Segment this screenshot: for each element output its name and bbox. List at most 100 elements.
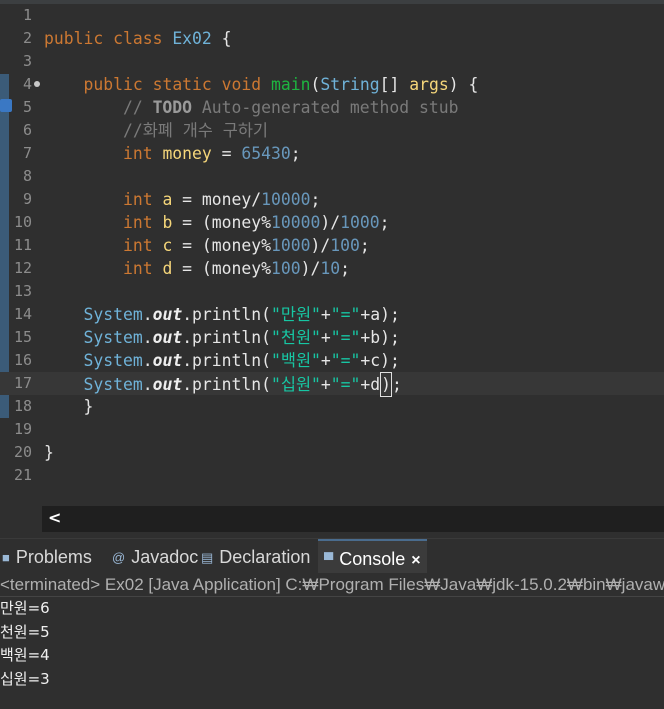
scroll-left-icon[interactable]: < <box>48 508 61 527</box>
code-token: "십원" <box>271 375 321 394</box>
horizontal-scrollbar[interactable]: < <box>42 506 664 532</box>
problems-icon: ■ <box>2 550 10 565</box>
code-token: . <box>142 351 153 370</box>
code-text[interactable]: // TODO Auto-generated method stub <box>44 96 459 119</box>
line-number: 9 <box>22 190 32 208</box>
code-text[interactable]: System.out.println("만원"+"="+a); <box>44 303 399 326</box>
code-line[interactable]: 18 } <box>0 395 664 418</box>
code-token: )/ <box>310 236 331 255</box>
code-line[interactable]: 12 int d = (money%100)/10; <box>0 257 664 280</box>
code-line[interactable]: 20} <box>0 441 664 464</box>
code-token: + <box>320 375 331 394</box>
code-token: ; <box>379 213 390 232</box>
code-token: ; <box>359 236 370 255</box>
console-line: 백원=4 <box>0 646 50 664</box>
code-token: "=" <box>330 305 361 324</box>
tab-label: Javadoc <box>131 547 199 567</box>
tab-console[interactable]: ▀ Console × <box>318 539 427 573</box>
code-token: .println( <box>182 328 271 347</box>
code-line[interactable]: 15 System.out.println("천원"+"="+b); <box>0 326 664 349</box>
code-text[interactable]: } <box>44 441 54 464</box>
code-token: // <box>122 98 153 117</box>
scrollbar-gutter <box>0 506 42 532</box>
code-line[interactable]: 16 System.out.println("백원"+"="+c); <box>0 349 664 372</box>
code-text[interactable]: int d = (money%100)/10; <box>44 257 350 280</box>
tab-declaration[interactable]: ▤ Declaration <box>201 539 310 571</box>
line-number: 20 <box>13 443 32 461</box>
task-marker-icon[interactable] <box>0 99 12 112</box>
code-token: +b); <box>360 328 400 347</box>
code-token: int <box>122 236 153 255</box>
tab-label: Problems <box>15 547 92 567</box>
code-token: 1000 <box>271 236 311 255</box>
tab-javadoc[interactable]: @ Javadoc <box>112 539 198 571</box>
code-line[interactable]: 4 public static void main(String[] args)… <box>0 73 664 96</box>
code-line[interactable]: 11 int c = (money%1000)/100; <box>0 234 664 257</box>
code-line[interactable]: 1 <box>0 4 664 27</box>
code-token: class <box>113 29 163 48</box>
code-token: TODO <box>152 98 193 117</box>
code-token: System <box>83 375 143 394</box>
console-output[interactable]: 만원=6 천원=5 백원=4 십원=3 <box>0 597 664 709</box>
close-icon[interactable]: × <box>411 552 420 569</box>
code-line[interactable]: 21 <box>0 464 664 487</box>
tab-label: Console <box>339 549 406 569</box>
code-token: void <box>221 75 262 94</box>
code-token: ; <box>392 375 402 394</box>
code-token: args <box>409 75 449 94</box>
code-line[interactable]: 5 // TODO Auto-generated method stub <box>0 96 664 119</box>
code-token: = (money% <box>172 259 271 278</box>
code-token: static <box>152 75 212 94</box>
code-text[interactable]: int a = money/10000; <box>44 188 320 211</box>
code-text[interactable]: public static void main(String[] args) { <box>44 73 478 96</box>
code-token: c <box>162 236 173 255</box>
code-line[interactable]: 19 <box>0 418 664 441</box>
fold-icon[interactable] <box>34 81 40 87</box>
code-line[interactable]: 8 <box>0 165 664 188</box>
line-number: 7 <box>22 144 32 162</box>
code-text[interactable]: System.out.println("백원"+"="+c); <box>44 349 399 372</box>
code-token: + <box>320 351 331 370</box>
code-text[interactable]: } <box>44 395 93 418</box>
code-line[interactable]: 17 System.out.println("십원"+"="+d); <box>0 372 664 397</box>
code-line[interactable]: 6 //화폐 개수 구하기 <box>0 119 664 142</box>
tab-label: Declaration <box>219 547 311 567</box>
code-text[interactable]: int b = (money%10000)/1000; <box>44 211 390 234</box>
code-token: int <box>122 144 153 163</box>
code-line[interactable]: 14 System.out.println("만원"+"="+a); <box>0 303 664 326</box>
console-line: 만원=6 <box>0 599 50 617</box>
code-line[interactable]: 10 int b = (money%10000)/1000; <box>0 211 664 234</box>
code-token: .println( <box>182 305 271 324</box>
code-token: )/ <box>300 259 321 278</box>
code-line[interactable]: 13 <box>0 280 664 303</box>
code-token: 65430 <box>241 144 291 163</box>
code-token: main <box>271 75 311 94</box>
text-cursor: ) <box>380 372 393 397</box>
code-line[interactable]: 3 <box>0 50 664 73</box>
code-text[interactable]: System.out.println("천원"+"="+b); <box>44 326 400 349</box>
tab-problems[interactable]: ■ Problems <box>2 539 92 571</box>
code-line[interactable]: 9 int a = money/10000; <box>0 188 664 211</box>
javadoc-icon: @ <box>112 550 126 565</box>
code-text[interactable]: public class Ex02 { <box>44 27 232 50</box>
code-text[interactable]: //화폐 개수 구하기 <box>44 119 268 142</box>
code-text[interactable]: int money = 65430; <box>44 142 301 165</box>
code-line[interactable]: 7 int money = 65430; <box>0 142 664 165</box>
code-text[interactable]: System.out.println("십원"+"="+d); <box>44 372 402 397</box>
code-editor[interactable]: 1 2 public class Ex02 {3 4 public static vo… <box>0 0 664 506</box>
code-token: ; <box>290 144 301 163</box>
code-token: a <box>162 190 173 209</box>
code-line[interactable]: 2 public class Ex02 { <box>0 27 664 50</box>
code-text[interactable]: int c = (money%1000)/100; <box>44 234 370 257</box>
line-number: 16 <box>13 351 32 369</box>
